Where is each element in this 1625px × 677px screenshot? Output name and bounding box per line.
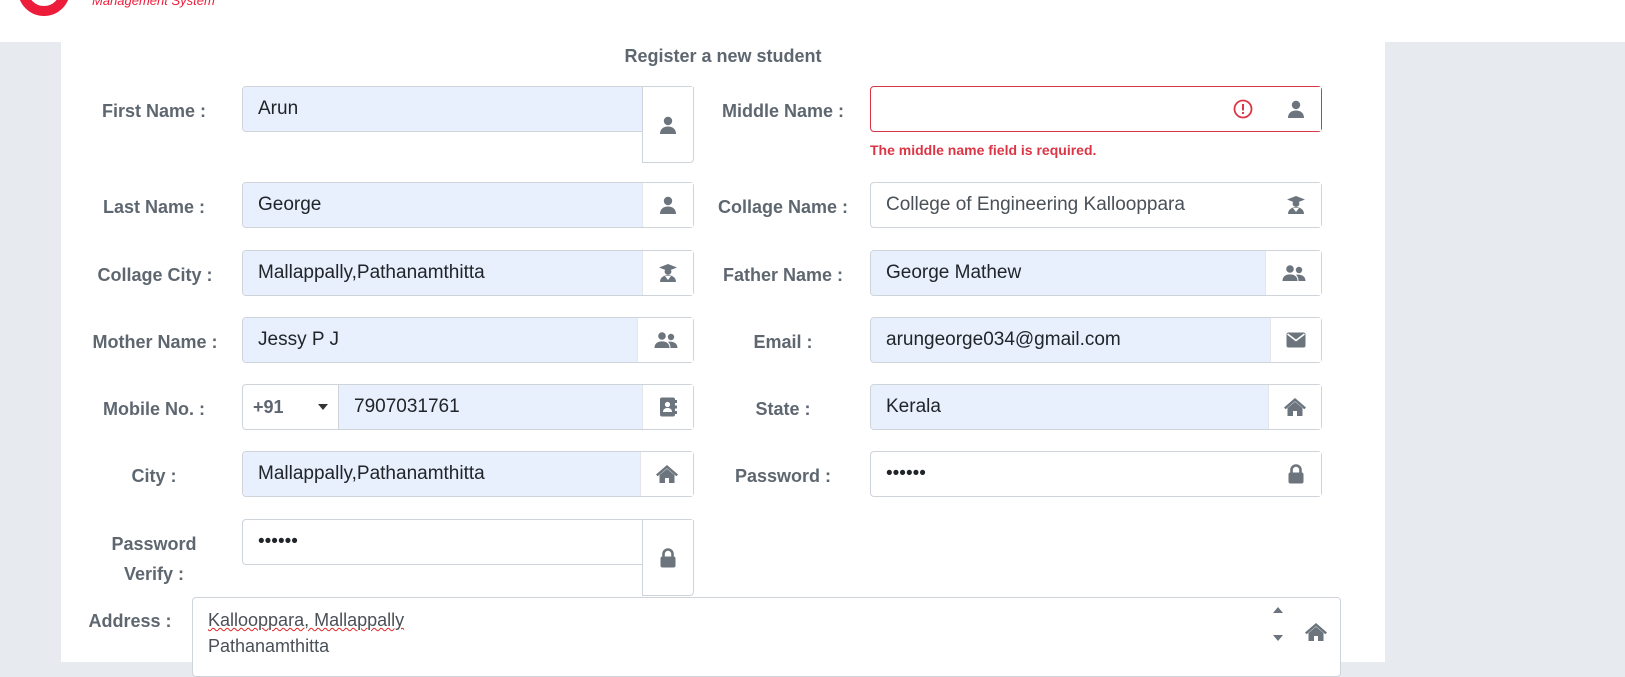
- brand-logo: [18, 0, 70, 16]
- password-input[interactable]: ••••••: [871, 452, 1271, 496]
- middle-name-error: The middle name field is required.: [870, 142, 1097, 158]
- lock-icon: [1271, 452, 1321, 496]
- address-book-icon: [642, 385, 693, 429]
- mother-name-input[interactable]: Jessy P J: [243, 318, 638, 362]
- form-title: Register a new student: [624, 46, 822, 66]
- mother-name-field[interactable]: Jessy P J: [242, 317, 694, 363]
- graduate-icon: [642, 251, 693, 295]
- collage-city-input[interactable]: Mallappally,Pathanamthitta: [243, 251, 643, 295]
- middle-name-field[interactable]: [870, 86, 1322, 132]
- last-name-input[interactable]: George: [243, 183, 643, 227]
- password-verify-label: Password Verify :: [88, 529, 220, 589]
- user-icon: [642, 87, 694, 163]
- state-field[interactable]: Kerala: [870, 384, 1322, 430]
- chevron-down-icon: [318, 404, 328, 410]
- address-line-1: Kallooppara, Mallappally: [208, 610, 405, 630]
- home-icon: [640, 452, 693, 496]
- scroll-up-arrow-icon[interactable]: [1272, 606, 1284, 614]
- last-name-field[interactable]: George: [242, 182, 694, 228]
- password-verify-field[interactable]: ••••••: [242, 519, 694, 596]
- password-field[interactable]: ••••••: [870, 451, 1322, 497]
- mobile-input[interactable]: 7907031761: [339, 385, 643, 429]
- lock-icon: [642, 520, 694, 596]
- home-icon: [1268, 385, 1321, 429]
- users-icon: [637, 318, 693, 362]
- password-verify-label-line2: Verify :: [123, 564, 185, 584]
- first-name-label: First Name :: [101, 101, 207, 121]
- address-label: Address :: [88, 611, 172, 631]
- users-icon: [1265, 251, 1321, 295]
- collage-city-label: Collage City :: [97, 265, 213, 285]
- country-code-value: +91: [253, 397, 284, 417]
- user-icon: [642, 183, 693, 227]
- brand-text: Management System: [92, 0, 215, 8]
- city-field[interactable]: Mallappally,Pathanamthitta: [242, 451, 694, 497]
- first-name-field[interactable]: Arun: [242, 86, 694, 163]
- top-navbar: Management System: [0, 0, 1625, 42]
- email-field[interactable]: arungeorge034@gmail.com: [870, 317, 1322, 363]
- collage-name-input[interactable]: College of Engineering Kallooppara: [871, 183, 1271, 227]
- mobile-field[interactable]: +91 7907031761: [242, 384, 694, 430]
- father-name-label: Father Name :: [722, 265, 844, 285]
- address-textarea[interactable]: Kallooppara, Mallappally Pathanamthitta: [192, 597, 1341, 677]
- state-input[interactable]: Kerala: [871, 385, 1269, 429]
- middle-name-input[interactable]: [871, 87, 1271, 131]
- email-input[interactable]: arungeorge034@gmail.com: [871, 318, 1271, 362]
- envelope-icon: [1270, 318, 1321, 362]
- collage-name-field[interactable]: College of Engineering Kallooppara: [870, 182, 1322, 228]
- password-verify-input[interactable]: ••••••: [243, 520, 643, 564]
- user-icon: [1271, 87, 1321, 131]
- mobile-label: Mobile No. :: [103, 399, 205, 419]
- error-circle-icon: [1233, 99, 1253, 119]
- password-verify-label-line1: Password: [111, 534, 197, 554]
- middle-name-label: Middle Name :: [721, 101, 845, 121]
- mother-name-label: Mother Name :: [92, 332, 218, 352]
- email-label: Email :: [753, 332, 813, 352]
- city-input[interactable]: Mallappally,Pathanamthitta: [243, 452, 641, 496]
- state-label: State :: [755, 399, 811, 419]
- city-label: City :: [131, 466, 177, 486]
- country-code-select[interactable]: +91: [243, 385, 339, 429]
- last-name-label: Last Name :: [102, 197, 206, 217]
- graduate-icon: [1271, 183, 1321, 227]
- first-name-input[interactable]: Arun: [243, 87, 643, 131]
- collage-city-field[interactable]: Mallappally,Pathanamthitta: [242, 250, 694, 296]
- home-icon: [1304, 622, 1328, 642]
- collage-name-label: Collage Name :: [717, 197, 849, 217]
- password-label: Password :: [734, 466, 832, 486]
- address-line-2: Pathanamthitta: [208, 636, 330, 656]
- scroll-down-arrow-icon[interactable]: [1272, 634, 1284, 642]
- father-name-input[interactable]: George Mathew: [871, 251, 1266, 295]
- father-name-field[interactable]: George Mathew: [870, 250, 1322, 296]
